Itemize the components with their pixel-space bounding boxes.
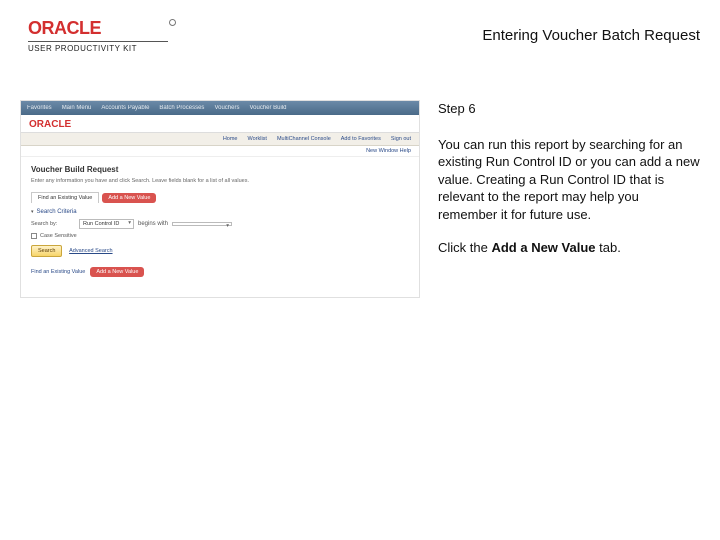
search-by-field: Search by: Run Control ID begins with — [31, 219, 409, 229]
breadcrumb-item: Main Menu — [62, 105, 92, 111]
action-prefix: Click the — [438, 240, 491, 255]
form-title: Voucher Build Request — [31, 165, 409, 174]
breadcrumb-bar: Favorites Main Menu Accounts Payable Bat… — [21, 101, 419, 115]
search-button[interactable]: Search — [31, 245, 62, 257]
oracle-logo: ORACLE — [28, 18, 168, 39]
breadcrumb-item: Voucher Build — [249, 105, 286, 111]
field-label: Search by: — [31, 221, 75, 227]
footer-tab-add-new[interactable]: Add a New Value — [90, 267, 144, 277]
tab-add-new-value[interactable]: Add a New Value — [102, 193, 156, 203]
action-suffix: tab. — [596, 240, 621, 255]
main-content: Favorites Main Menu Accounts Payable Bat… — [20, 100, 700, 298]
action-bold: Add a New Value — [491, 240, 595, 255]
footer-tab-existing[interactable]: Find an Existing Value — [31, 269, 85, 275]
logo-block: ORACLE USER PRODUCTIVITY KIT — [28, 18, 168, 53]
action-row: Search Advanced Search — [31, 245, 409, 257]
instructions-panel: Step 6 You can run this report by search… — [438, 100, 700, 298]
app-oracle-logo: ORACLE — [29, 119, 71, 130]
case-sensitive-row: Case Sensitive — [31, 233, 409, 239]
instruction-body: You can run this report by searching for… — [438, 136, 700, 224]
checkbox-label: Case Sensitive — [40, 233, 77, 239]
breadcrumb-item: Favorites — [27, 105, 52, 111]
breadcrumb-item: Accounts Payable — [101, 105, 149, 111]
app-subnav: New Window Help — [21, 146, 419, 157]
nav-link[interactable]: Sign out — [391, 136, 411, 142]
form-intro: Enter any information you have and click… — [31, 178, 409, 184]
app-body: Voucher Build Request Enter any informat… — [21, 157, 419, 297]
step-label: Step 6 — [438, 100, 700, 118]
case-sensitive-checkbox[interactable] — [31, 233, 37, 239]
tab-row: Find an Existing Value Add a New Value — [31, 192, 409, 203]
logo-subtitle: USER PRODUCTIVITY KIT — [28, 44, 168, 53]
section-title: Search Criteria — [31, 209, 409, 215]
instruction-action: Click the Add a New Value tab. — [438, 239, 700, 257]
nav-link[interactable]: Home — [223, 136, 238, 142]
nav-link[interactable]: Add to Favorites — [341, 136, 381, 142]
header: ORACLE USER PRODUCTIVITY KIT Entering Vo… — [28, 18, 700, 53]
page-title: Entering Voucher Batch Request — [482, 27, 700, 44]
breadcrumb-item: Batch Processes — [159, 105, 204, 111]
nav-link[interactable]: Worklist — [247, 136, 266, 142]
footer-tab-row: Find an Existing Value Add a New Value — [31, 267, 409, 277]
operator-text: begins with — [138, 221, 168, 227]
app-brand-bar: ORACLE — [21, 115, 419, 133]
section-label: Search Criteria — [37, 209, 77, 215]
search-by-dropdown[interactable]: Run Control ID — [79, 219, 134, 229]
app-screenshot: Favorites Main Menu Accounts Payable Bat… — [20, 100, 420, 298]
tab-find-existing[interactable]: Find an Existing Value — [31, 192, 99, 203]
advanced-search-link[interactable]: Advanced Search — [69, 248, 112, 254]
app-nav: Home Worklist MultiChannel Console Add t… — [21, 133, 419, 146]
logo-divider — [28, 41, 168, 42]
search-value-input[interactable] — [172, 222, 232, 226]
breadcrumb-item: Vouchers — [214, 105, 239, 111]
nav-link[interactable]: MultiChannel Console — [277, 136, 331, 142]
